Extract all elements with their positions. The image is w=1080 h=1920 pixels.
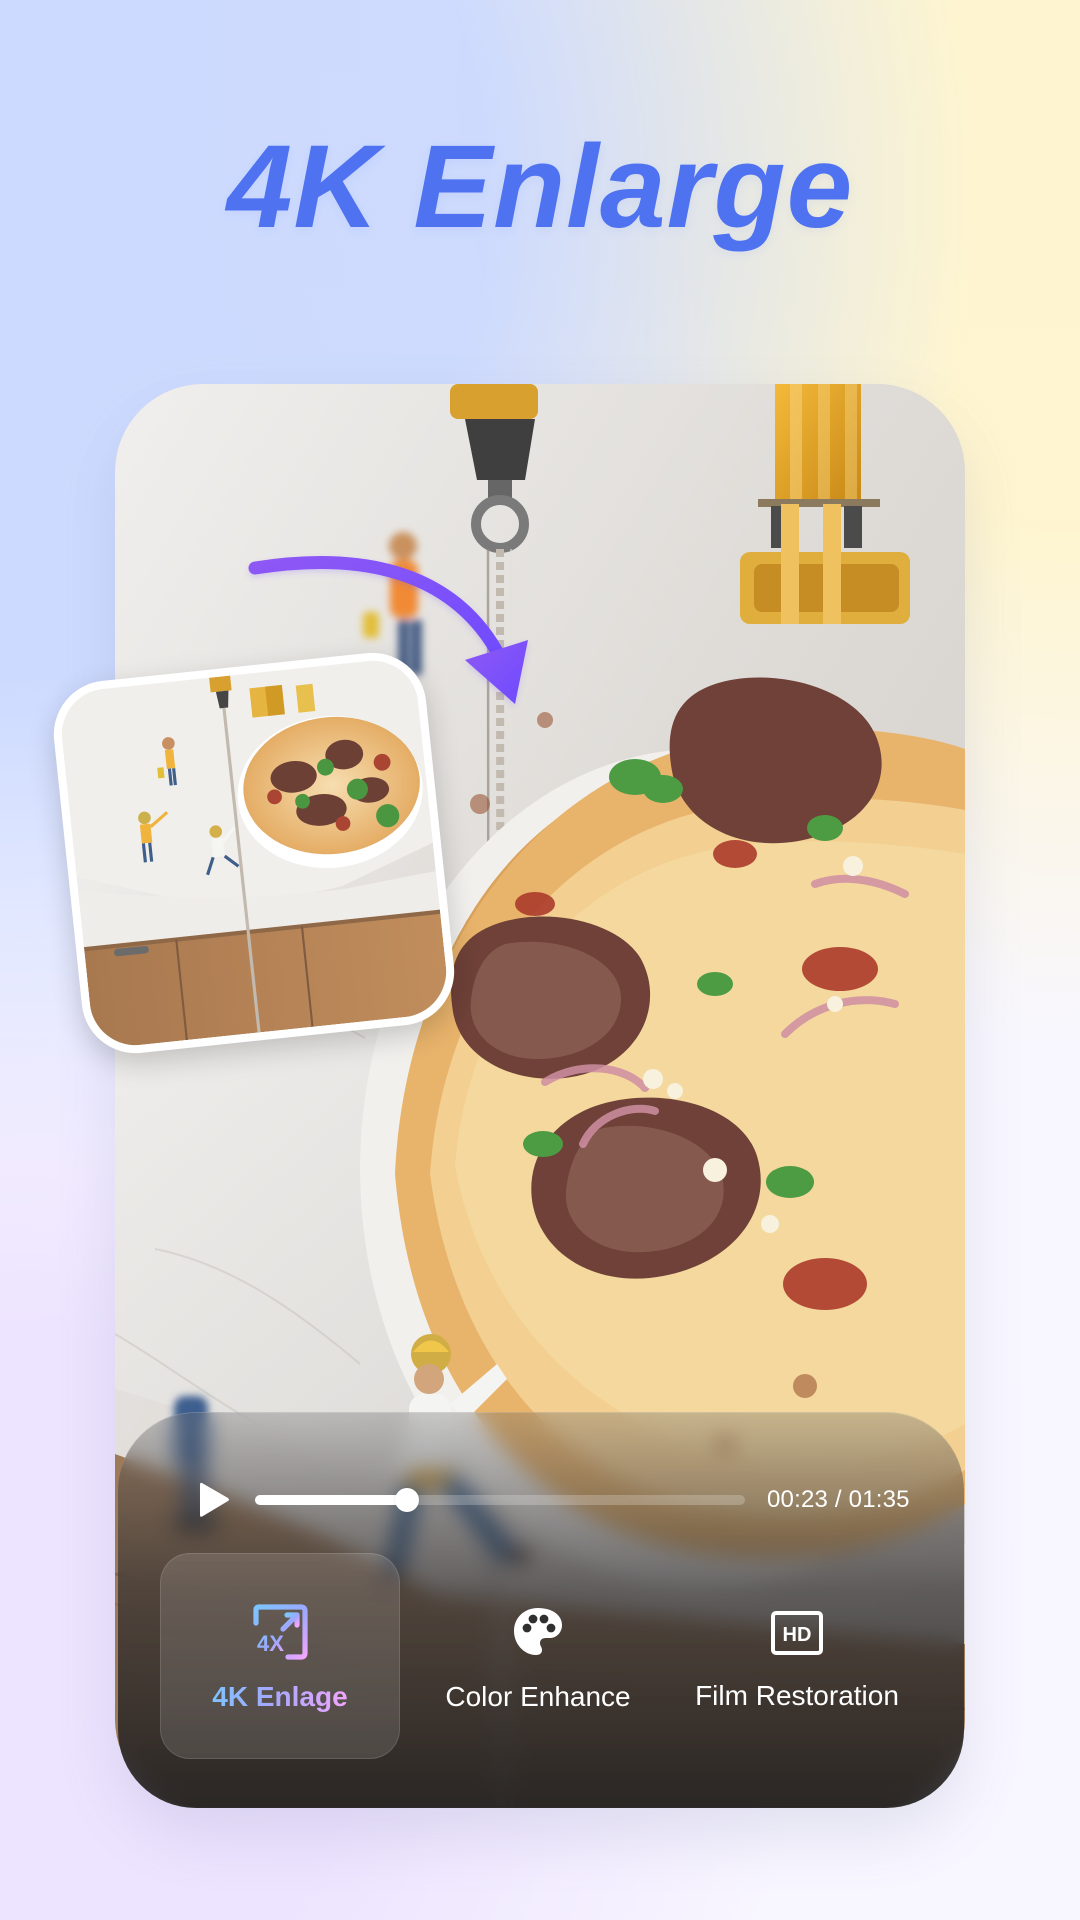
play-icon: [200, 1482, 229, 1517]
feature-label-4k-enlarge: 4K Enlage: [212, 1680, 348, 1712]
thumbnail-image: [57, 656, 451, 1050]
progress-fill: [255, 1495, 407, 1505]
feature-label-color-enhance: Color Enhance: [445, 1680, 631, 1712]
playback-controls: 00:23 / 01:35: [190, 1470, 930, 1530]
progress-track[interactable]: [255, 1495, 745, 1505]
progress-thumb[interactable]: [394, 1488, 419, 1512]
feature-film-restoration[interactable]: HD Film Restoration: [677, 1553, 917, 1759]
player-controls-panel: 00:23 / 01:35 4X 4K Enlage Color Enhance…: [118, 1412, 964, 1808]
progress-slider[interactable]: [255, 1488, 745, 1512]
enhancement-options: 4X 4K Enlage Color Enhance HD Film Resto…: [160, 1553, 937, 1759]
hd-icon: HD: [771, 1610, 823, 1655]
original-preview-thumbnail: [48, 647, 460, 1059]
4x-enlarge-icon: 4X: [253, 1603, 308, 1660]
feature-color-enhance[interactable]: Color Enhance: [418, 1553, 658, 1759]
time-display: 00:23 / 01:35: [767, 1486, 910, 1513]
feature-label-film-restoration: Film Restoration: [695, 1679, 899, 1711]
4x-icon-text: 4X: [257, 1631, 284, 1656]
page-title: 4K Enlarge: [226, 121, 854, 253]
hd-icon-text: HD: [783, 1624, 812, 1646]
palette-icon: [514, 1607, 562, 1655]
feature-4k-enlarge[interactable]: 4X 4K Enlage: [160, 1553, 400, 1759]
play-button[interactable]: [190, 1476, 238, 1524]
